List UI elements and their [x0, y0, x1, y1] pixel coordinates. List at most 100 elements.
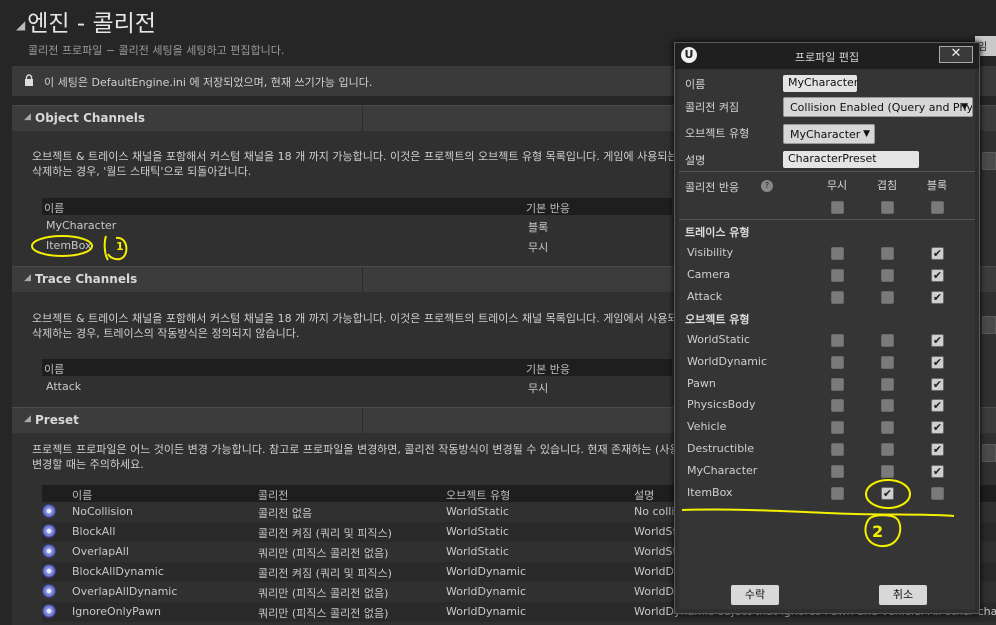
preset-gear-icon — [42, 584, 56, 598]
object-itembox-block-checkbox[interactable] — [931, 486, 944, 500]
dropdown-arrow-icon: ▼ — [863, 129, 870, 139]
object-row-label: Pawn — [687, 376, 716, 390]
block-column-header: 블록 — [926, 179, 948, 192]
preset-gear-icon — [42, 544, 56, 558]
object-channels-desc-2: 삭제하는 경우, '월드 스태틱'으로 되돌아갑니다. — [32, 165, 252, 178]
object-destructible-overlap-checkbox[interactable] — [881, 443, 894, 456]
table-row[interactable]: ItemBox 무시 — [42, 236, 672, 256]
accept-button[interactable]: 수락 — [731, 585, 779, 605]
trace-attack-overlap-checkbox[interactable] — [881, 290, 894, 304]
object-row-label: PhysicsBody — [687, 398, 756, 412]
object-physicsbody-block-checkbox[interactable]: ✔ — [931, 399, 944, 413]
dropdown-arrow-icon: ▼ — [961, 102, 968, 112]
trace-row-label: Attack — [687, 289, 723, 303]
object-physicsbody-ignore-checkbox[interactable] — [831, 399, 844, 413]
trace-attack-block-checkbox[interactable]: ✔ — [931, 290, 944, 304]
preset-desc-2: 변경할 때는 주의하세요. — [32, 458, 144, 471]
trace-camera-ignore-checkbox[interactable] — [831, 268, 844, 282]
collision-response-label: 콜리전 반응 — [685, 181, 740, 194]
new-preset-button[interactable] — [982, 444, 996, 462]
object-physicsbody-overlap-checkbox[interactable] — [881, 399, 894, 413]
object-itembox-overlap-checkbox[interactable]: ✔ — [881, 486, 894, 500]
preset-gear-icon — [42, 564, 56, 578]
lock-icon — [25, 74, 33, 86]
annotation-mark-2-label: 2 — [872, 522, 884, 541]
all-ignore-checkbox[interactable] — [831, 201, 844, 214]
trace-row-label: Visibility — [687, 246, 734, 259]
collapse-triangle-icon: ◢ — [24, 414, 31, 424]
object-channels-desc-1: 오브젝트 & 트레이스 채널을 포함해서 커스텀 채널을 18 개 까지 가능합… — [32, 150, 678, 163]
page-title: ◢엔진 - 콜리전 — [16, 11, 156, 37]
preset-desc-1: 프로젝트 프로파일은 어느 것이든 변경 가능합니다. 참고로 프로파일을 변경… — [32, 443, 680, 456]
trace-row-label: Camera — [687, 267, 731, 281]
object-destructible-ignore-checkbox[interactable] — [831, 443, 844, 456]
trace-channels-table-header: 이름 기본 반응 — [42, 359, 672, 376]
object-mycharacter-ignore-checkbox[interactable] — [831, 464, 844, 478]
object-row-label: ItemBox — [687, 485, 733, 499]
object-itembox-ignore-checkbox[interactable] — [831, 486, 844, 500]
object-channels-table-header: 이름 기본 반응 — [42, 198, 672, 215]
object-pawn-ignore-checkbox[interactable] — [831, 377, 844, 391]
object-worldstatic-overlap-checkbox[interactable] — [881, 334, 894, 347]
dialog-title-bar[interactable]: U 프로파일 편집 ✕ — [675, 43, 979, 69]
object-type-group-label: 오브젝트 유형 — [685, 313, 750, 326]
ignore-column-header: 무시 — [826, 179, 848, 192]
object-worlddynamic-overlap-checkbox[interactable] — [881, 355, 894, 369]
trace-camera-overlap-checkbox[interactable] — [881, 268, 894, 282]
object-row-label: WorldDynamic — [687, 354, 768, 368]
object-destructible-block-checkbox[interactable]: ✔ — [931, 443, 944, 456]
object-row-label: WorldStatic — [687, 333, 750, 346]
new-trace-channel-button[interactable] — [982, 316, 996, 334]
help-icon[interactable]: ? — [761, 180, 773, 192]
table-row[interactable]: MyCharacter 블록 — [42, 216, 672, 236]
trace-visibility-block-checkbox[interactable]: ✔ — [931, 247, 944, 260]
object-row-label: MyCharacter — [687, 463, 758, 477]
preset-gear-icon — [42, 504, 56, 518]
object-worldstatic-ignore-checkbox[interactable] — [831, 334, 844, 347]
trace-camera-block-checkbox[interactable]: ✔ — [931, 268, 944, 282]
cancel-button[interactable]: 취소 — [879, 585, 927, 605]
trace-visibility-ignore-checkbox[interactable] — [831, 247, 844, 260]
dialog-title: 프로파일 편집 — [794, 51, 860, 64]
annotation-mark-1-label: 1 — [116, 240, 124, 253]
object-type-dropdown[interactable]: MyCharacter ▼ — [783, 124, 875, 144]
object-worlddynamic-ignore-checkbox[interactable] — [831, 355, 844, 369]
collapse-triangle-icon[interactable]: ◢ — [16, 18, 25, 32]
collision-enabled-dropdown[interactable]: Collision Enabled (Query and Phy ▼ — [783, 97, 973, 117]
new-object-channel-button[interactable] — [982, 152, 996, 170]
overlap-column-header: 겹침 — [876, 179, 898, 192]
trace-visibility-overlap-checkbox[interactable] — [881, 247, 894, 260]
object-row-label: Destructible — [687, 442, 754, 455]
all-overlap-checkbox[interactable] — [881, 201, 894, 214]
collapse-triangle-icon: ◢ — [24, 112, 31, 122]
trace-type-group-label: 트레이스 유형 — [685, 226, 750, 239]
object-type-label: 오브젝트 유형 — [685, 127, 750, 140]
preset-gear-icon — [42, 524, 56, 538]
object-mycharacter-block-checkbox[interactable]: ✔ — [931, 464, 944, 478]
name-field[interactable]: MyCharacter — [783, 75, 857, 92]
object-row-label: Vehicle — [687, 420, 727, 434]
object-vehicle-ignore-checkbox[interactable] — [831, 421, 844, 435]
object-pawn-block-checkbox[interactable]: ✔ — [931, 377, 944, 391]
collision-enabled-label: 콜리전 켜짐 — [685, 101, 740, 114]
object-pawn-overlap-checkbox[interactable] — [881, 377, 894, 391]
table-row[interactable]: Attack 무시 — [42, 377, 672, 397]
description-field[interactable]: CharacterPreset — [783, 151, 919, 168]
edit-profile-dialog: U 프로파일 편집 ✕ 이름 MyCharacter 콜리전 켜짐 Collis… — [674, 42, 980, 614]
lock-notice-text: 이 세팅은 DefaultEngine.ini 에 저장되었으며, 현재 쓰기가… — [44, 76, 373, 89]
trace-channels-desc-1: 오브젝트 & 트레이스 채널을 포함해서 커스텀 채널을 18 개 까지 가능합… — [32, 312, 688, 325]
object-worldstatic-block-checkbox[interactable]: ✔ — [931, 334, 944, 347]
object-vehicle-overlap-checkbox[interactable] — [881, 421, 894, 435]
object-worlddynamic-block-checkbox[interactable]: ✔ — [931, 355, 944, 369]
collapse-triangle-icon: ◢ — [24, 273, 31, 283]
object-vehicle-block-checkbox[interactable]: ✔ — [931, 421, 944, 435]
preset-gear-icon — [42, 604, 56, 618]
name-label: 이름 — [685, 78, 706, 91]
trace-channels-desc-2: 삭제하는 경우, 트레이스의 작동방식은 정의되지 않습니다. — [32, 327, 300, 340]
object-mycharacter-overlap-checkbox[interactable] — [881, 464, 894, 478]
trace-attack-ignore-checkbox[interactable] — [831, 290, 844, 304]
description-label: 설명 — [685, 154, 706, 167]
page-subtitle: 콜리전 프로파일 − 콜리전 세팅을 세팅하고 편집합니다. — [28, 44, 285, 57]
close-button[interactable]: ✕ — [939, 46, 973, 63]
all-block-checkbox[interactable] — [931, 201, 944, 214]
